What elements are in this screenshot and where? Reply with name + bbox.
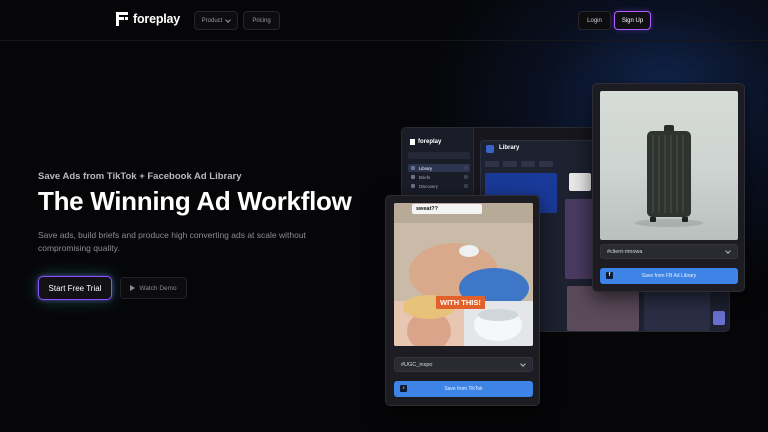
brand-logo[interactable]: foreplay (116, 12, 180, 26)
save-from-tiktok-label: Save from TikTok (444, 386, 483, 392)
save-from-fb-label: Save from FB Ad Library (641, 273, 697, 279)
watch-demo-button[interactable]: Watch Demo (120, 277, 187, 299)
tiktok-icon: ♪ (400, 385, 407, 392)
login-button[interactable]: Login (578, 11, 611, 30)
start-free-trial-label: Start Free Trial (48, 283, 102, 293)
nav-product-dropdown[interactable]: Product (194, 11, 238, 30)
hero-headline: The Winning Ad Workflow (38, 186, 352, 216)
watch-demo-label: Watch Demo (139, 284, 177, 292)
board-tag-select[interactable]: #UGC_inspo (394, 357, 533, 372)
foreplay-logo-icon (410, 139, 415, 145)
chevron-down-icon (725, 248, 731, 254)
play-icon (130, 285, 136, 291)
board-tag-value: #client-rimowa (607, 248, 643, 255)
facebook-ad-card: #client-rimowa f Save from FB Ad Library (592, 83, 745, 292)
mockup-ad-thumbnail (644, 291, 710, 331)
mockup-logo: foreplay (410, 139, 441, 145)
mockup-title: Library (499, 145, 520, 151)
tiktok-overlay-text: WITH THIS! (436, 296, 485, 309)
signup-button[interactable]: Sign Up (614, 11, 651, 30)
tiktok-ad-card: sweat?? WITH THIS! #UGC_inspo ♪ Save fro… (385, 195, 540, 406)
hero-subtext: Save ads, build briefs and produce high … (38, 230, 306, 253)
foreplay-logo-icon (116, 12, 128, 26)
facebook-icon: f (606, 272, 613, 279)
tiktok-ad-preview: sweat?? WITH THIS! (394, 203, 533, 346)
mockup-sidebar-item-briefs: Briefs (408, 173, 470, 181)
facebook-ad-preview (600, 91, 738, 240)
chevron-down-icon (520, 361, 526, 367)
save-from-tiktok-button[interactable]: ♪ Save from TikTok (394, 381, 533, 397)
mockup-logo-text: foreplay (418, 139, 442, 145)
mockup-filter (521, 161, 535, 167)
mockup-filter (485, 161, 499, 167)
library-icon (486, 145, 494, 153)
nav-pricing-link[interactable]: Pricing (243, 11, 280, 30)
save-from-fb-button[interactable]: f Save from FB Ad Library (600, 268, 738, 284)
board-tag-select[interactable]: #client-rimowa (600, 244, 738, 259)
top-nav: foreplay Product Pricing Login Sign Up (0, 0, 768, 41)
start-free-trial-button[interactable]: Start Free Trial (38, 276, 112, 300)
mockup-filter (503, 161, 517, 167)
signup-label: Sign Up (621, 17, 644, 24)
nav-pricing-label: Pricing (252, 17, 271, 24)
mockup-search (408, 152, 470, 159)
board-tag-value: #UGC_inspo (401, 361, 433, 368)
brand-name: foreplay (133, 12, 181, 26)
chevron-down-icon (225, 16, 232, 23)
mockup-sidebar-item-library: Library (408, 164, 470, 172)
suitcase-ad-image (635, 125, 703, 227)
login-label: Login (587, 17, 602, 24)
tiktok-ad-image (394, 203, 533, 346)
hero-eyebrow: Save Ads from TikTok + Facebook Ad Libra… (38, 171, 242, 182)
mockup-ad-thumbnail (569, 173, 591, 191)
mockup-badge (713, 311, 725, 325)
mockup-filter (539, 161, 553, 167)
mockup-ad-thumbnail (567, 286, 639, 331)
tiktok-caption-bubble: sweat?? (412, 204, 482, 214)
mockup-sidebar-item-discovery: Discovery (408, 182, 470, 190)
nav-product-label: Product (201, 17, 223, 24)
